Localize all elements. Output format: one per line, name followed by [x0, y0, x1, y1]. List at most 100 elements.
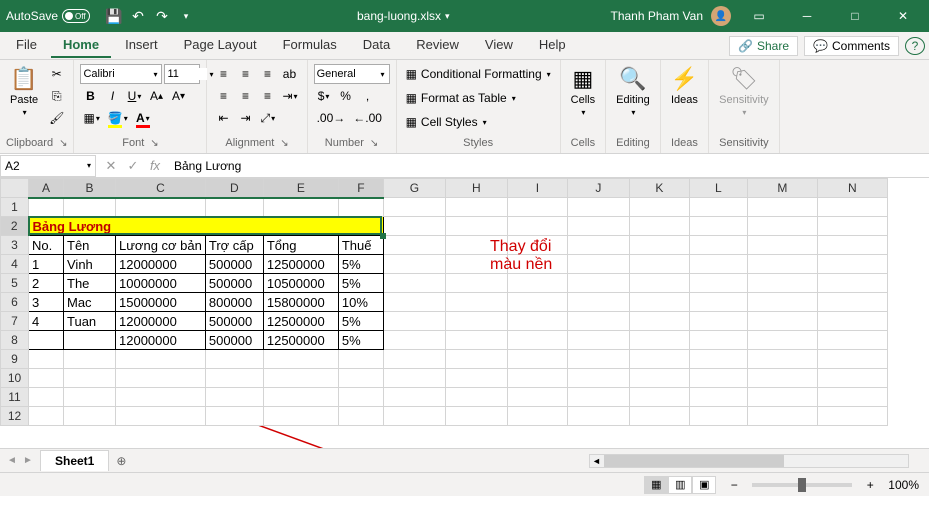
cell[interactable]: [817, 255, 887, 274]
cell[interactable]: [817, 198, 887, 217]
copy-icon[interactable]: ⎘: [46, 86, 67, 106]
cell[interactable]: Thuế: [338, 236, 383, 255]
shrink-font-button[interactable]: A▾: [168, 86, 188, 106]
cell[interactable]: [64, 407, 116, 426]
cell[interactable]: [445, 217, 507, 236]
maximize-icon[interactable]: □: [835, 0, 875, 32]
col-header[interactable]: C: [116, 179, 206, 198]
minimize-icon[interactable]: ─: [787, 0, 827, 32]
cell[interactable]: [338, 407, 383, 426]
cell[interactable]: 800000: [205, 293, 263, 312]
cell[interactable]: [507, 312, 567, 331]
alignment-launcher[interactable]: ↘: [280, 138, 288, 149]
cell[interactable]: [507, 369, 567, 388]
cell[interactable]: [507, 293, 567, 312]
username[interactable]: Thanh Pham Van: [610, 9, 703, 23]
cell[interactable]: 5%: [338, 331, 383, 350]
comma-format-icon[interactable]: ,: [358, 86, 378, 106]
font-size-combo[interactable]: ▾: [164, 64, 200, 84]
cell[interactable]: [567, 198, 629, 217]
cell[interactable]: [747, 388, 817, 407]
cell[interactable]: [567, 388, 629, 407]
row-header[interactable]: 6: [1, 293, 29, 312]
cell[interactable]: [567, 293, 629, 312]
cell[interactable]: 12500000: [263, 312, 338, 331]
cell[interactable]: [263, 407, 338, 426]
cell[interactable]: [689, 236, 747, 255]
cell[interactable]: [205, 369, 263, 388]
tab-review[interactable]: Review: [404, 33, 471, 58]
col-header[interactable]: I: [507, 179, 567, 198]
cell[interactable]: [116, 388, 206, 407]
col-header[interactable]: F: [338, 179, 383, 198]
cell[interactable]: [507, 198, 567, 217]
cell[interactable]: [29, 198, 64, 217]
align-right-icon[interactable]: ≡: [257, 86, 277, 106]
row-header[interactable]: 3: [1, 236, 29, 255]
ideas-button[interactable]: ⚡Ideas: [667, 64, 702, 108]
cell[interactable]: [629, 274, 689, 293]
cell[interactable]: [338, 369, 383, 388]
cell[interactable]: 10500000: [263, 274, 338, 293]
row-header[interactable]: 12: [1, 407, 29, 426]
cell[interactable]: 3: [29, 293, 64, 312]
cell[interactable]: 5%: [338, 255, 383, 274]
cell[interactable]: [747, 407, 817, 426]
cell[interactable]: [338, 388, 383, 407]
cell[interactable]: Tuan: [64, 312, 116, 331]
cell[interactable]: 10%: [338, 293, 383, 312]
cell[interactable]: [507, 331, 567, 350]
font-name-combo[interactable]: ▾: [80, 64, 162, 84]
share-button[interactable]: 🔗 Share: [729, 36, 798, 56]
cell[interactable]: [567, 407, 629, 426]
cell[interactable]: [383, 236, 445, 255]
row-header[interactable]: 11: [1, 388, 29, 407]
tab-insert[interactable]: Insert: [113, 33, 170, 58]
zoom-level[interactable]: 100%: [888, 478, 919, 492]
autosave-toggle[interactable]: AutoSave Off: [6, 9, 90, 23]
cell[interactable]: 5%: [338, 312, 383, 331]
name-box[interactable]: A2▾: [0, 155, 96, 177]
orientation-icon[interactable]: ⤢▾: [257, 108, 278, 128]
paste-button[interactable]: 📋 Paste ▾: [6, 64, 42, 119]
cell[interactable]: [817, 236, 887, 255]
cell[interactable]: [383, 198, 445, 217]
cell[interactable]: The: [64, 274, 116, 293]
cell[interactable]: [629, 293, 689, 312]
cell[interactable]: [507, 255, 567, 274]
cell[interactable]: [29, 331, 64, 350]
tab-data[interactable]: Data: [351, 33, 402, 58]
cell[interactable]: [629, 350, 689, 369]
cell[interactable]: [445, 198, 507, 217]
tab-file[interactable]: File: [4, 33, 49, 58]
sheet-tab[interactable]: Sheet1: [40, 450, 109, 471]
cell[interactable]: [445, 293, 507, 312]
cell[interactable]: [817, 312, 887, 331]
cells-button[interactable]: ▦Cells▾: [567, 64, 599, 119]
cell[interactable]: 12500000: [263, 331, 338, 350]
col-header[interactable]: E: [263, 179, 338, 198]
cell[interactable]: [64, 198, 116, 217]
cell[interactable]: [747, 274, 817, 293]
cell[interactable]: [747, 369, 817, 388]
increase-indent-icon[interactable]: ⇥: [235, 108, 255, 128]
tab-home[interactable]: Home: [51, 33, 111, 58]
zoom-slider[interactable]: [752, 483, 852, 487]
row-header[interactable]: 8: [1, 331, 29, 350]
format-painter-icon[interactable]: 🖌: [46, 108, 67, 128]
zoom-out-icon[interactable]: −: [724, 475, 744, 495]
cell[interactable]: [817, 369, 887, 388]
cell[interactable]: [29, 369, 64, 388]
cell[interactable]: [205, 407, 263, 426]
cell[interactable]: [263, 198, 338, 217]
row-header[interactable]: 9: [1, 350, 29, 369]
cell[interactable]: [817, 274, 887, 293]
number-format-combo[interactable]: General▾: [314, 64, 390, 84]
normal-view-icon[interactable]: ▦: [644, 476, 668, 494]
cell[interactable]: [338, 198, 383, 217]
decrease-decimal-icon[interactable]: ←.00: [350, 108, 385, 128]
cell[interactable]: [689, 217, 747, 236]
cell[interactable]: [507, 217, 567, 236]
cell[interactable]: 500000: [205, 274, 263, 293]
zoom-in-icon[interactable]: +: [860, 475, 880, 495]
